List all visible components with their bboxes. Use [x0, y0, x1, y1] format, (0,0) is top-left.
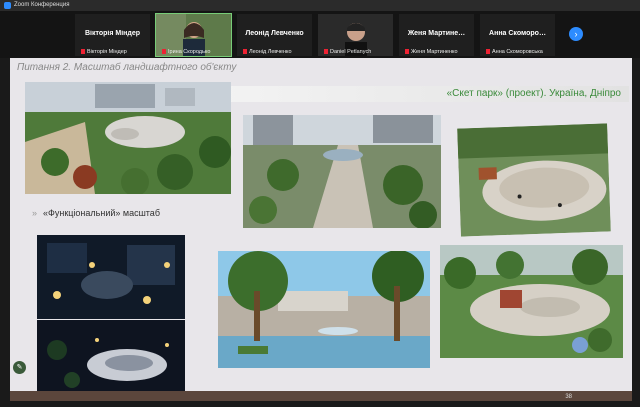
- shared-slide: Питання 2. Масштаб ландшафтного об'єкту …: [10, 58, 632, 401]
- slide-footer: 38: [10, 391, 632, 401]
- participant-tile[interactable]: Вікторія Міндер Вікторія Міндер: [75, 14, 150, 56]
- muted-mic-icon: [486, 49, 490, 55]
- participant-name: Анна Скоморо…: [489, 30, 546, 37]
- skate-bowl-image: [457, 123, 611, 237]
- chevron-right-icon: ›: [574, 29, 578, 39]
- participant-tile-video[interactable]: Daniel Petlanych: [318, 14, 393, 56]
- edit-pen-icon[interactable]: ✎: [13, 361, 26, 374]
- bullet-marker: »: [32, 208, 38, 218]
- muted-mic-icon: [405, 49, 409, 55]
- zoom-logo-icon: [4, 2, 11, 9]
- participant-caption: Вікторія Міндер: [81, 49, 127, 55]
- project-title: «Скет парк» (проект). Україна, Дніпро: [446, 88, 621, 99]
- participant-caption: Анна Скоморовська: [486, 49, 543, 55]
- muted-mic-icon: [162, 49, 166, 55]
- park-eye-level-image: [218, 251, 430, 368]
- playground-image: [440, 245, 623, 358]
- participant-tile[interactable]: Женя Мартине… Женя Мартиненко: [399, 14, 474, 56]
- skatepark-aerial-image: [25, 82, 231, 194]
- functional-scale-heading: » «Функціональний» масштаб: [32, 208, 160, 218]
- muted-mic-icon: [324, 49, 328, 55]
- slide-title: Питання 2. Масштаб ландшафтного об'єкту: [17, 62, 237, 73]
- skatepark-plaza-image: [243, 115, 441, 228]
- participant-caption: Леонід Левченко: [243, 49, 292, 55]
- functional-scale-label: «Функціональний» масштаб: [43, 208, 160, 218]
- night-plan-image: [37, 235, 185, 319]
- participant-name: Вікторія Міндер: [85, 30, 140, 37]
- participant-caption: Ірина Скородько: [162, 49, 210, 55]
- slide-page-number: 38: [565, 394, 572, 400]
- participant-gallery: Вікторія Міндер Вікторія Міндер Ірина Ск…: [0, 11, 640, 58]
- window-title: Zoom Конференция: [14, 2, 70, 8]
- participant-caption: Женя Мартиненко: [405, 49, 458, 55]
- participant-tile[interactable]: Анна Скоморо… Анна Скоморовська: [480, 14, 555, 56]
- participant-tile[interactable]: Леонід Левченко Леонід Левченко: [237, 14, 312, 56]
- muted-mic-icon: [243, 49, 247, 55]
- participant-name: Леонід Левченко: [245, 30, 304, 37]
- muted-mic-icon: [81, 49, 85, 55]
- window-titlebar: Zoom Конференция: [0, 0, 640, 11]
- gallery-next-button[interactable]: ›: [569, 27, 583, 41]
- participant-name: Женя Мартине…: [407, 30, 466, 37]
- project-banner: «Скет парк» (проект). Україна, Дніпро: [223, 86, 629, 102]
- night-aerial-image: [37, 320, 185, 400]
- participant-caption: Daniel Petlanych: [324, 49, 371, 55]
- participant-tile-video[interactable]: Ірина Скородько: [155, 13, 232, 57]
